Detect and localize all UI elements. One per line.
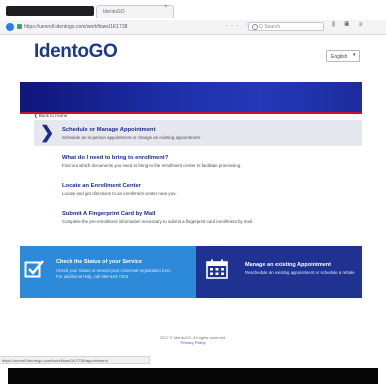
option-row-highlight[interactable] bbox=[34, 120, 362, 146]
lock-icon bbox=[17, 24, 22, 29]
option-description: Complete the pre-enrollment information … bbox=[62, 219, 254, 224]
chevron-right-icon: ❯ bbox=[40, 123, 55, 142]
check-status-title[interactable]: Check the Status of your Service bbox=[56, 259, 142, 265]
option-schedule-appointment[interactable]: Schedule or Manage Appointment bbox=[62, 127, 156, 133]
option-fingerprint-mail[interactable]: Submit A Fingerprint Card by Mail bbox=[62, 211, 155, 217]
banner-divider bbox=[20, 112, 362, 114]
bottom-black-bar bbox=[8, 368, 378, 384]
manage-appointment-text: Reschedule an existing appointment or sc… bbox=[245, 270, 355, 275]
option-locate-center[interactable]: Locate an Enrollment Center bbox=[62, 183, 141, 189]
option-description: Find out which documents you need to bri… bbox=[62, 163, 242, 168]
manage-appointment-title[interactable]: Manage an existing Appointment bbox=[245, 262, 331, 268]
option-what-to-bring[interactable]: What do I need to bring to enrollment? bbox=[62, 155, 168, 161]
hero-banner bbox=[20, 82, 362, 112]
back-arrow-icon[interactable] bbox=[6, 23, 14, 31]
search-icon bbox=[252, 24, 258, 30]
check-status-help: For additional help, call 855-643-7404 bbox=[56, 274, 129, 279]
browser-tab-active[interactable]: IdentoGO bbox=[96, 5, 174, 18]
browser-tab-inactive[interactable] bbox=[6, 6, 94, 16]
browser-search-input[interactable]: Q Search bbox=[248, 22, 324, 31]
browser-toolbar-icons[interactable]: ⫼ ▣ ≡ bbox=[332, 22, 366, 29]
back-to-home-link[interactable]: ❮ Back to Home bbox=[34, 113, 67, 119]
close-icon[interactable]: × bbox=[164, 4, 168, 10]
url-bar[interactable]: https://uenroll.identogo.com/workflows/1… bbox=[24, 23, 127, 31]
option-description: Locate and get directions to an enrollme… bbox=[62, 191, 177, 196]
chevron-down-icon: ▾ bbox=[353, 52, 356, 58]
calendar-icon bbox=[206, 259, 228, 279]
site-logo[interactable]: IdentoGO bbox=[34, 41, 118, 63]
check-status-text: Check your status or resend your Univers… bbox=[56, 268, 171, 273]
status-bar-url: https://uenroll.identogo.com/workflows/1… bbox=[0, 356, 150, 364]
checkbox-icon bbox=[24, 260, 44, 278]
privacy-policy-link[interactable]: Privacy Policy bbox=[0, 340, 386, 345]
option-description: Schedule an in-person appointment or cha… bbox=[62, 135, 201, 140]
